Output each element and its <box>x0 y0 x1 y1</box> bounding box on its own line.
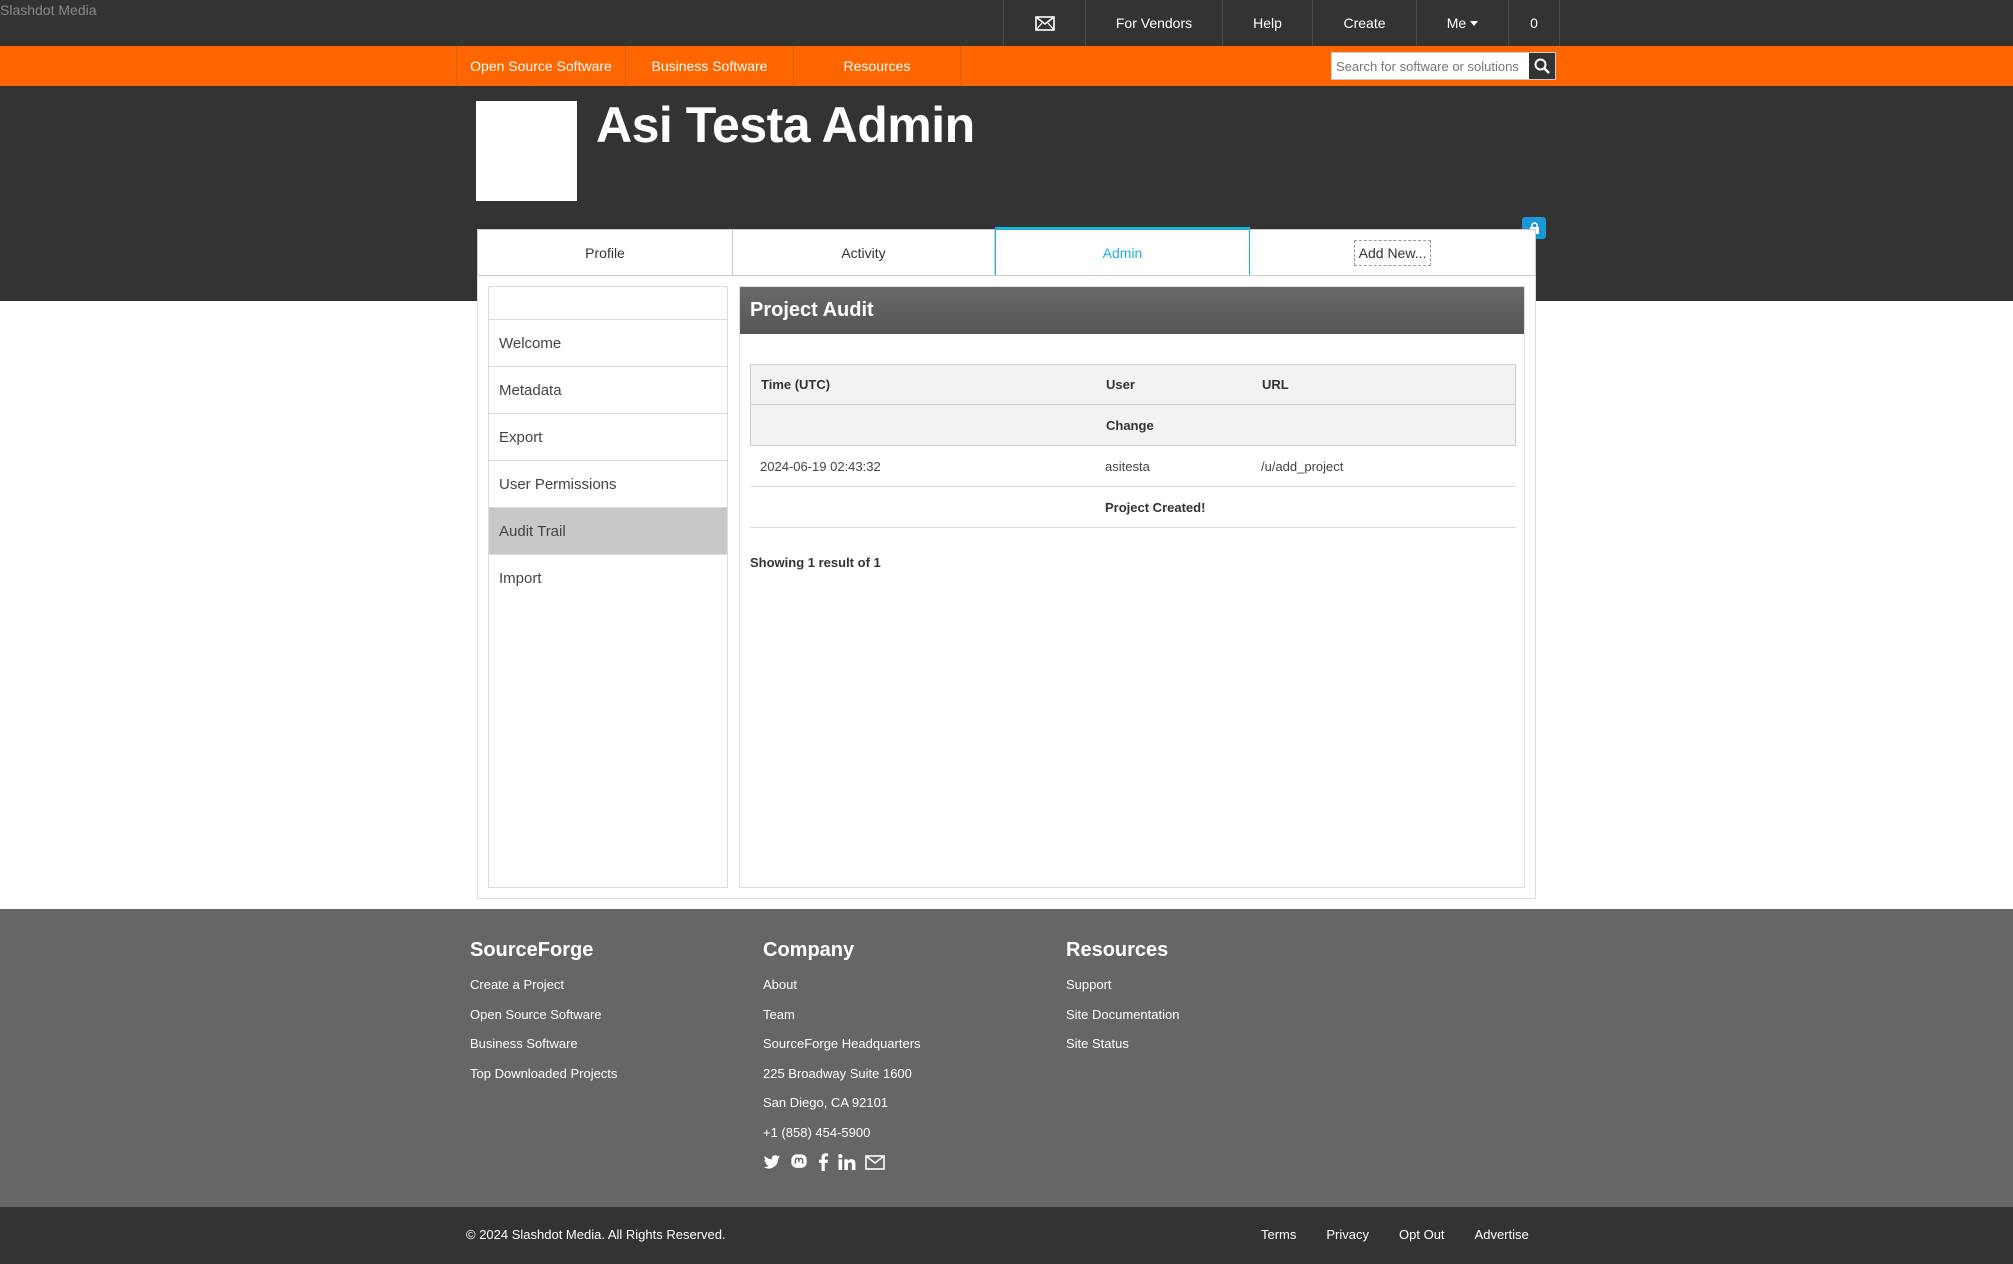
create-link[interactable]: Create <box>1312 0 1416 46</box>
help-link[interactable]: Help <box>1222 0 1312 46</box>
footer-link[interactable]: Open Source Software <box>470 1004 617 1034</box>
footer-column-resources: Resources Support Site Documentation Sit… <box>1066 939 1179 1063</box>
footer-address: 225 Broadway Suite 1600 <box>763 1065 912 1081</box>
privacy-link[interactable]: Privacy <box>1326 1227 1369 1242</box>
for-vendors-link[interactable]: For Vendors <box>1085 0 1222 46</box>
site-footer: SourceForge Create a Project Open Source… <box>0 909 2013 1207</box>
brand-logo[interactable]: Slashdot Media <box>0 2 97 18</box>
result-count: Showing 1 result of 1 <box>750 555 881 570</box>
cell-change: Project Created! <box>1105 499 1206 515</box>
top-nav: For Vendors Help Create Me 0 <box>1003 0 1560 46</box>
category-bar: Open Source Software Business Software R… <box>0 46 2013 86</box>
footer-column-sourceforge: SourceForge Create a Project Open Source… <box>470 939 617 1092</box>
table-header-change: Change <box>750 405 1516 446</box>
me-menu[interactable]: Me <box>1416 0 1508 46</box>
social-links <box>763 1153 921 1171</box>
footer-address: San Diego, CA 92101 <box>763 1095 889 1110</box>
tab-profile[interactable]: Profile <box>478 230 733 275</box>
column-header-user: User <box>1106 377 1135 392</box>
envelope-icon <box>1034 15 1055 31</box>
search-button[interactable] <box>1529 53 1555 79</box>
footer-link[interactable]: SourceForge Headquarters <box>763 1033 921 1063</box>
business-software-link[interactable]: Business Software <box>625 46 793 86</box>
resources-link[interactable]: Resources <box>793 46 961 86</box>
tab-activity[interactable]: Activity <box>733 230 995 275</box>
footer-link[interactable]: Business Software <box>470 1033 617 1063</box>
cell-user: asitesta <box>1105 458 1150 474</box>
email-icon[interactable] <box>865 1154 885 1170</box>
footer-phone: +1 (858) 454-5900 <box>763 1124 871 1140</box>
footer-heading: SourceForge <box>470 939 594 961</box>
footer-link[interactable]: Team <box>763 1004 921 1034</box>
opt-out-link[interactable]: Opt Out <box>1399 1227 1445 1242</box>
terms-link[interactable]: Terms <box>1261 1227 1296 1242</box>
me-label: Me <box>1446 15 1467 31</box>
footer-heading: Company <box>763 939 855 961</box>
cell-url: /u/add_project <box>1261 458 1344 474</box>
audit-content: Project Audit Time (UTC) User URL Change… <box>739 286 1525 888</box>
admin-sidebar: Welcome Metadata Export User Permissions… <box>488 286 728 888</box>
category-nav: Open Source Software Business Software R… <box>456 46 961 86</box>
footer-link[interactable]: Support <box>1066 974 1179 1004</box>
table-header: Time (UTC) User URL <box>750 364 1516 405</box>
footer-heading: Resources <box>1066 939 1169 961</box>
sidebar-item-metadata[interactable]: Metadata <box>489 367 727 414</box>
table-row: 2024-06-19 02:43:32 asitesta /u/add_proj… <box>750 446 1516 487</box>
section-title: Project Audit <box>740 287 1524 334</box>
mastodon-icon[interactable] <box>790 1153 808 1171</box>
search-input[interactable] <box>1332 53 1528 79</box>
sidebar-item-import[interactable]: Import <box>489 555 727 602</box>
top-bar: Slashdot Media For Vendors Help Create M… <box>0 0 2013 46</box>
legal-links: Terms Privacy Opt Out Advertise <box>1261 1227 1529 1242</box>
facebook-icon[interactable] <box>817 1153 829 1171</box>
footer-column-company: Company About Team SourceForge Headquart… <box>763 939 921 1171</box>
sidebar-item-export[interactable]: Export <box>489 414 727 461</box>
add-new-button[interactable]: Add New... <box>1353 239 1432 266</box>
search-box <box>1331 52 1556 80</box>
footer-link[interactable]: Site Documentation <box>1066 1004 1179 1034</box>
sidebar-header <box>489 287 727 320</box>
tab-add-new: Add New... <box>1250 230 1535 275</box>
chevron-down-icon <box>1470 20 1479 26</box>
footer-link[interactable]: Site Status <box>1066 1033 1179 1063</box>
column-header-change: Change <box>1106 417 1154 433</box>
notification-count[interactable]: 0 <box>1508 0 1560 46</box>
avatar <box>476 101 577 201</box>
footer-link[interactable]: Create a Project <box>470 974 617 1004</box>
cell-time: 2024-06-19 02:43:32 <box>760 458 881 474</box>
messages-button[interactable] <box>1003 0 1085 46</box>
bottom-bar: © 2024 Slashdot Media. All Rights Reserv… <box>0 1207 2013 1264</box>
footer-link[interactable]: About <box>763 974 921 1004</box>
profile-tabs: Profile Activity Admin Add New... <box>477 227 1536 276</box>
search-icon <box>1534 58 1550 74</box>
page-title: Asi Testa Admin <box>596 97 975 153</box>
open-source-software-link[interactable]: Open Source Software <box>456 46 625 86</box>
column-header-time: Time (UTC) <box>761 377 831 392</box>
footer-link[interactable]: Top Downloaded Projects <box>470 1063 617 1093</box>
column-header-url: URL <box>1262 377 1289 392</box>
linkedin-icon[interactable] <box>838 1154 856 1170</box>
sidebar-item-welcome[interactable]: Welcome <box>489 320 727 367</box>
table-row-change: Project Created! <box>750 487 1516 528</box>
sidebar-item-user-permissions[interactable]: User Permissions <box>489 461 727 508</box>
copyright: © 2024 Slashdot Media. All Rights Reserv… <box>466 1227 726 1242</box>
twitter-icon[interactable] <box>763 1154 781 1170</box>
sidebar-item-audit-trail[interactable]: Audit Trail <box>489 508 727 555</box>
tab-admin[interactable]: Admin <box>995 227 1250 275</box>
advertise-link[interactable]: Advertise <box>1475 1227 1529 1242</box>
audit-table: Time (UTC) User URL Change 2024-06-19 02… <box>750 364 1516 528</box>
